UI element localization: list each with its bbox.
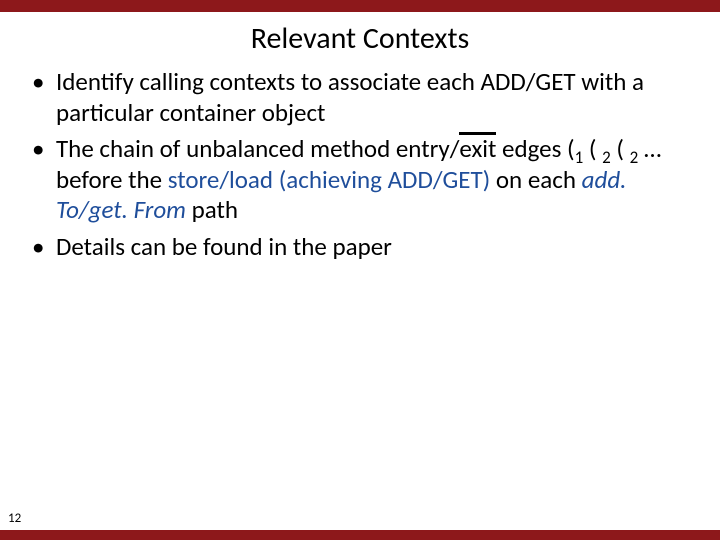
bullet-1-text: Identify calling contexts to associate e… xyxy=(56,66,644,128)
bullet-3: Details can be found in the paper xyxy=(28,232,702,263)
slide-title: Relevant Contexts xyxy=(0,20,720,57)
bullet-2-pre: The chain of unbalanced method entry/ xyxy=(56,133,459,164)
top-bar xyxy=(0,0,720,12)
highlight-store-load: store/load (achieving ADD/GET) xyxy=(168,164,491,195)
content-area: Identify calling contexts to associate e… xyxy=(0,67,720,262)
bullet-2-mid2: on each xyxy=(490,164,581,195)
bullet-2-paren3: ( xyxy=(611,133,630,164)
bullet-2-paren2: ( xyxy=(583,133,602,164)
bullet-2-over: exit xyxy=(459,133,496,164)
overline-bar xyxy=(459,132,496,135)
bullet-2-mid1: edges ( xyxy=(496,133,574,164)
bullet-2-tail: path xyxy=(186,194,238,225)
bullet-3-text: Details can be found in the paper xyxy=(56,231,392,262)
overline-wrap: exit xyxy=(459,134,496,165)
page-number: 12 xyxy=(8,511,21,526)
bullet-2: The chain of unbalanced method entry/exi… xyxy=(28,134,702,226)
bullet-list: Identify calling contexts to associate e… xyxy=(28,67,702,262)
sub-3: 2 xyxy=(630,147,639,168)
bullet-1: Identify calling contexts to associate e… xyxy=(28,67,702,128)
bottom-bar xyxy=(0,530,720,540)
slide: Relevant Contexts Identify calling conte… xyxy=(0,0,720,540)
